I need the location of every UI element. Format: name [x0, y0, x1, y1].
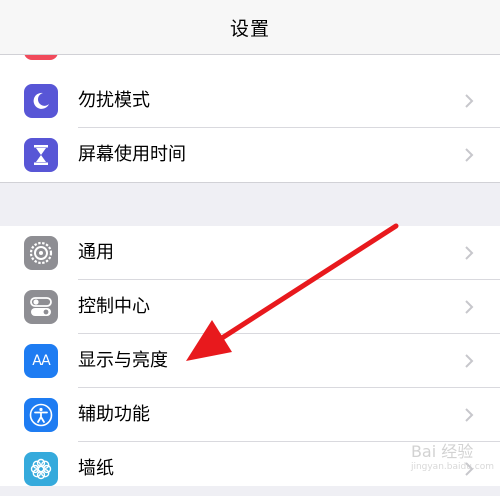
settings-row-do-not-disturb[interactable]: 勿扰模式 [0, 74, 500, 128]
row-label: 屏幕使用时间 [78, 144, 186, 165]
settings-row-display-brightness[interactable]: AA 显示与亮度 [0, 334, 500, 388]
row-label: 通用 [78, 242, 114, 263]
navigation-bar: 设置 [0, 0, 500, 55]
aa-icon: AA [24, 344, 58, 378]
settings-row-control-center[interactable]: 控制中心 [0, 280, 500, 334]
row-label: 控制中心 [78, 296, 150, 317]
settings-group-focus: 勿扰模式 屏幕使用时间 [0, 74, 500, 182]
toggles-icon [24, 290, 58, 324]
chevron-right-icon [465, 148, 474, 162]
row-label: 辅助功能 [78, 404, 150, 425]
settings-row-accessibility[interactable]: 辅助功能 [0, 388, 500, 442]
chevron-right-icon [465, 408, 474, 422]
flower-icon [24, 452, 58, 486]
watermark-url: jingyan.baidu.com [410, 462, 494, 472]
chevron-right-icon [465, 246, 474, 260]
settings-row-screen-time[interactable]: 屏幕使用时间 [0, 128, 500, 182]
watermark: Bai 经验 jingyan.baidu.com [411, 438, 494, 472]
moon-icon [24, 84, 58, 118]
group-spacer [0, 182, 500, 228]
page-title: 设置 [229, 17, 270, 40]
row-label: 勿扰模式 [78, 90, 150, 111]
chevron-right-icon [465, 354, 474, 368]
row-label: 显示与亮度 [78, 350, 168, 371]
settings-row-general[interactable]: 通用 [0, 226, 500, 280]
gear-icon [24, 236, 58, 270]
chevron-right-icon [465, 94, 474, 108]
hourglass-icon [24, 138, 58, 172]
accessibility-icon [24, 398, 58, 432]
watermark-text: Bai 经验 [410, 442, 474, 461]
row-label: 墙纸 [78, 458, 114, 479]
chevron-right-icon [465, 300, 474, 314]
